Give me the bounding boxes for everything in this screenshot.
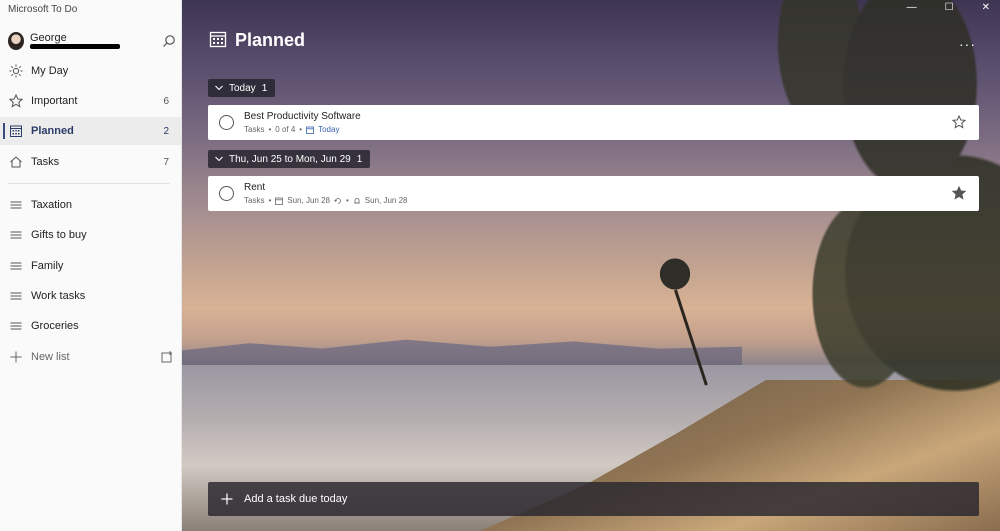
sidebar-item-label: Planned: [31, 125, 74, 137]
list-icon: [10, 201, 22, 209]
close-icon[interactable]: ✕: [982, 2, 990, 13]
task-list-name: Tasks: [244, 196, 265, 205]
task-list-name: Tasks: [244, 125, 265, 134]
sidebar-item-label: Work tasks: [31, 290, 86, 302]
meta-separator: •: [268, 125, 272, 134]
sidebar-item-planned[interactable]: Planned 2: [0, 117, 181, 145]
more-options-icon[interactable]: ···: [959, 36, 976, 52]
sidebar: Microsoft To Do George My Day Important …: [0, 0, 182, 531]
sidebar-item-count: 2: [163, 126, 169, 137]
star-icon[interactable]: [952, 115, 966, 129]
calendar-icon: [306, 126, 314, 134]
complete-checkbox[interactable]: [219, 186, 234, 201]
sidebar-item-label: Groceries: [31, 320, 79, 332]
sidebar-item-label: Important: [31, 95, 78, 107]
new-group-icon[interactable]: [161, 351, 173, 363]
task-item[interactable]: Best Productivity Software Tasks • 0 of …: [208, 105, 979, 140]
chevron-down-icon: [215, 156, 223, 162]
task-steps: 0 of 4: [275, 125, 296, 134]
sidebar-item-gifts-to-buy[interactable]: Gifts to buy: [0, 221, 181, 249]
user-account[interactable]: George: [6, 30, 176, 56]
group-header-week[interactable]: Thu, Jun 25 to Mon, Jun 29 1: [208, 150, 371, 168]
sun-icon: [9, 64, 23, 78]
list-icon: [10, 292, 22, 300]
list-icon: [10, 262, 22, 270]
sidebar-divider: [8, 183, 170, 184]
star-icon: [9, 94, 23, 108]
sidebar-item-label: Taxation: [31, 199, 72, 211]
app-title: Microsoft To Do: [8, 4, 78, 15]
repeat-icon: [334, 197, 341, 204]
chevron-down-icon: [215, 85, 223, 91]
group-label: Today: [229, 82, 256, 94]
avatar: [8, 32, 24, 50]
sidebar-item-groceries[interactable]: Groceries: [0, 312, 181, 340]
meta-separator: •: [299, 125, 303, 134]
task-title: Best Productivity Software: [244, 111, 361, 122]
complete-checkbox[interactable]: [219, 115, 234, 130]
task-meta: Tasks • Sun, Jun 28 • Sun, Jun 28: [244, 196, 407, 205]
sidebar-item-family[interactable]: Family: [0, 252, 181, 280]
maximize-icon[interactable]: ☐: [945, 2, 954, 13]
window-controls: — ☐ ✕: [907, 2, 990, 13]
task-reminder: Sun, Jun 28: [364, 196, 408, 205]
group-label: Thu, Jun 25 to Mon, Jun 29: [229, 153, 351, 165]
task-item[interactable]: Rent Tasks • Sun, Jun 28 • Sun, Jun 28: [208, 176, 979, 211]
group-count: 1: [356, 153, 363, 165]
plus-icon: [10, 351, 22, 363]
calendar-icon: [275, 197, 284, 205]
meta-separator: •: [268, 196, 272, 205]
task-due-date: Today: [318, 125, 340, 134]
page-title: Planned: [235, 30, 306, 50]
sidebar-item-count: 7: [163, 157, 169, 168]
sidebar-item-label: My Day: [31, 65, 69, 77]
active-indicator: [3, 123, 5, 139]
sidebar-item-work-tasks[interactable]: Work tasks: [0, 282, 181, 310]
list-icon: [10, 231, 22, 239]
new-list-button[interactable]: New list: [0, 343, 181, 371]
task-due-date: Sun, Jun 28: [287, 196, 330, 205]
sidebar-item-label: Family: [31, 260, 64, 272]
background-palm-small: [640, 250, 710, 310]
sidebar-item-tasks[interactable]: Tasks 7: [0, 148, 181, 176]
plus-icon: [221, 493, 233, 505]
add-task-input[interactable]: Add a task due today: [244, 493, 347, 505]
task-meta: Tasks • 0 of 4 • Today: [244, 125, 339, 134]
bell-icon: [353, 197, 360, 203]
home-icon: [10, 156, 22, 168]
sidebar-item-label: Tasks: [31, 156, 60, 168]
group-count: 1: [261, 82, 268, 94]
sidebar-item-my-day[interactable]: My Day: [0, 57, 181, 85]
meta-separator: •: [345, 196, 349, 205]
sidebar-item-label: Gifts to buy: [31, 229, 87, 241]
minimize-icon[interactable]: —: [907, 2, 917, 13]
main-panel: — ☐ ✕ ··· Planned Today 1 Best Productiv…: [182, 0, 1000, 531]
new-list-label: New list: [31, 351, 70, 363]
sidebar-item-count: 6: [163, 96, 169, 107]
sidebar-item-taxation[interactable]: Taxation: [0, 191, 181, 219]
star-filled-icon[interactable]: [952, 186, 966, 200]
list-icon: [10, 322, 22, 330]
task-title: Rent: [244, 182, 266, 193]
user-name: George: [30, 32, 67, 44]
search-icon[interactable]: [162, 34, 176, 48]
group-header-today[interactable]: Today 1: [208, 79, 276, 97]
calendar-icon: [209, 31, 227, 48]
sidebar-item-important[interactable]: Important 6: [0, 87, 181, 115]
calendar-icon: [10, 125, 22, 137]
user-email-redacted: [30, 44, 120, 49]
add-task-bar[interactable]: Add a task due today: [208, 482, 979, 516]
